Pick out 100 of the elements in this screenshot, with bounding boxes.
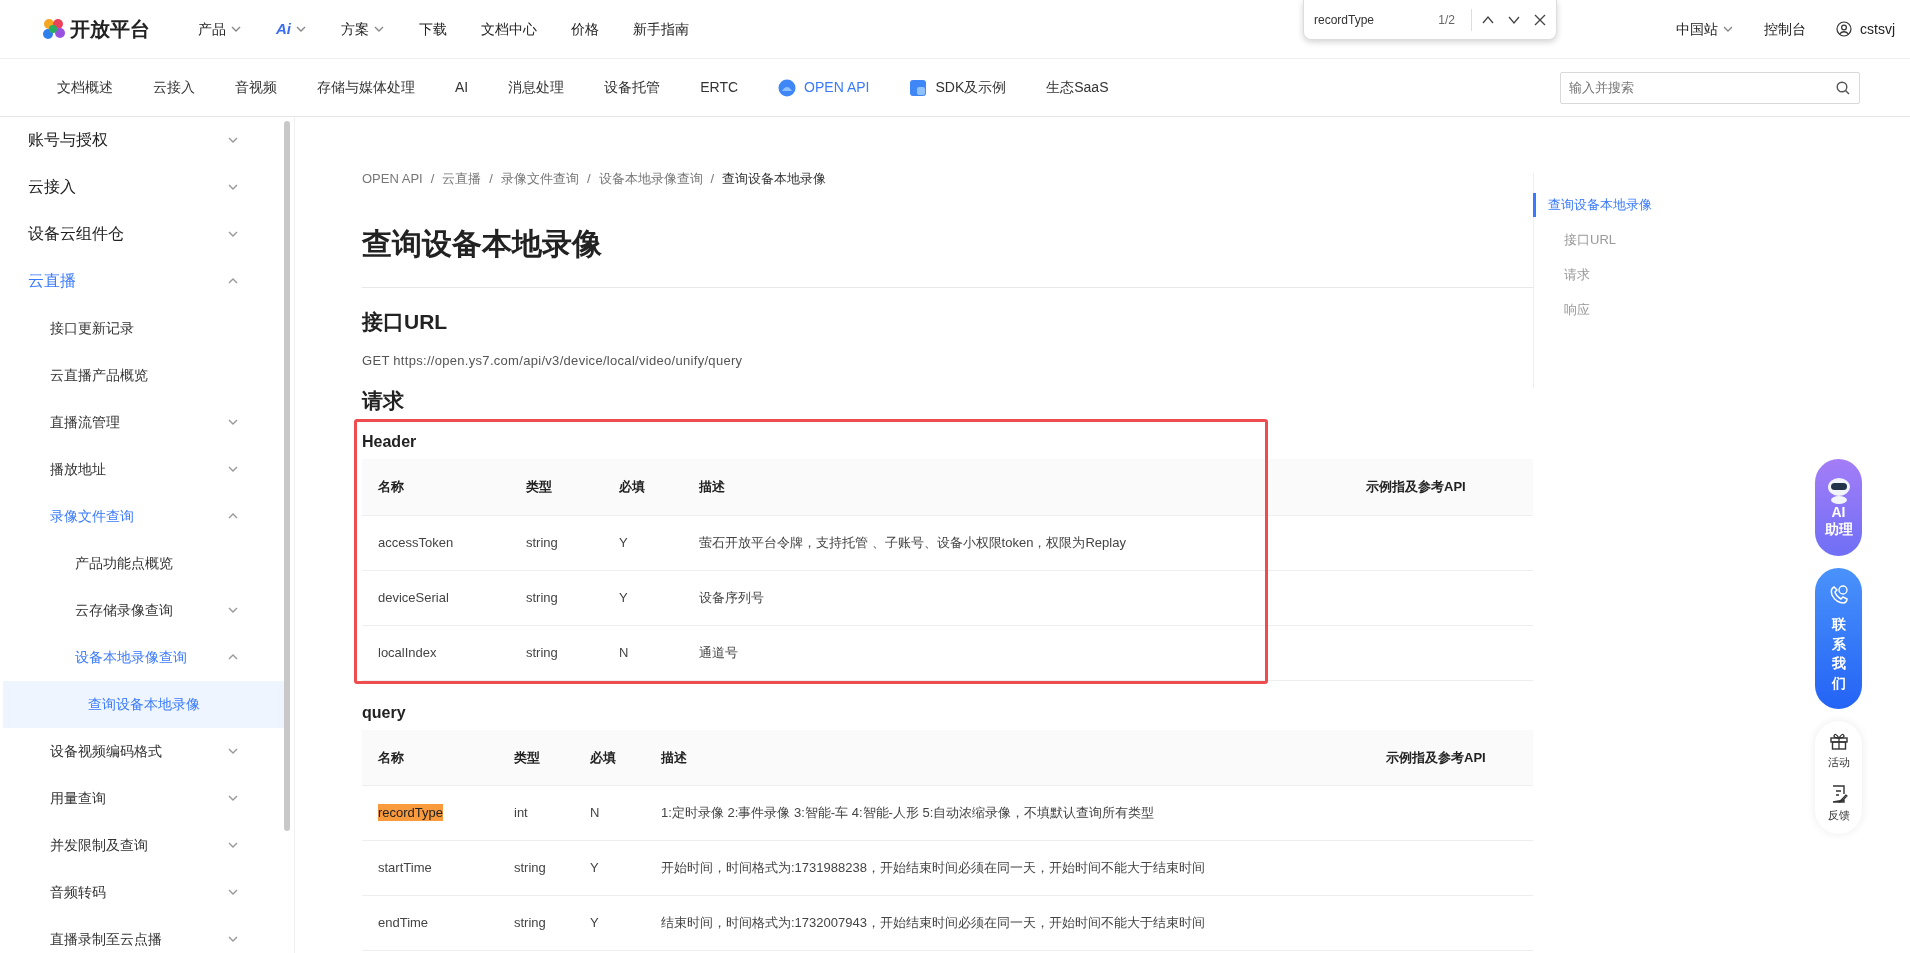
section-heading: 接口URL (362, 308, 449, 335)
sidebar-item[interactable]: 云接入 (0, 163, 294, 211)
nav-menu-item[interactable]: 新手指南 (633, 18, 689, 40)
table-cell: string (510, 625, 603, 681)
table-cell: 1:定时录像 2:事件录像 3:智能-车 4:智能-人形 5:自动浓缩录像，不填默认查询所有类型 (645, 785, 1370, 841)
breadcrumb-item[interactable]: 设备本地录像查询 (598, 168, 703, 189)
table-cell: string (498, 895, 574, 951)
sidebar-item[interactable]: 播放地址 (0, 445, 294, 493)
console-link[interactable]: 控制台 (1764, 18, 1806, 40)
column-header: 必填 (574, 729, 645, 786)
doc-category-tab[interactable]: 生态SaaS (1036, 73, 1119, 102)
nav-menu-item[interactable]: 下载 (419, 18, 447, 40)
sidebar-item[interactable]: 产品功能点概览 (0, 539, 294, 587)
previous-match-icon[interactable] (1482, 14, 1494, 25)
table-cell: N (574, 785, 645, 841)
doc-category-tab[interactable]: 设备托管 (594, 73, 671, 102)
column-header: 名称 (362, 729, 498, 786)
doc-category-tab[interactable]: 存储与媒体处理 (307, 73, 425, 102)
breadcrumb-separator: / (586, 169, 591, 188)
doc-category-tab[interactable]: 云接入 (143, 73, 205, 102)
find-query-field[interactable]: recordType (1314, 10, 1439, 29)
username[interactable]: cstsvj (1860, 18, 1895, 40)
breadcrumb-item[interactable]: 录像文件查询 (500, 168, 579, 189)
doc-category-tab[interactable]: 音视频 (225, 73, 287, 102)
toc-link[interactable]: 查询设备本地录像 (1533, 192, 1763, 217)
nav-menu-item[interactable]: 价格 (571, 18, 599, 40)
sidebar-item[interactable]: 设备云组件仓 (0, 210, 294, 258)
sidebar-item[interactable]: 设备本地录像查询 (0, 633, 294, 681)
doc-category-tab[interactable]: 文档概述 (47, 73, 123, 102)
close-icon[interactable] (1534, 13, 1546, 26)
sidebar-item[interactable]: 接口更新记录 (0, 304, 294, 352)
sidebar-item[interactable]: 云直播 (0, 257, 294, 305)
search-field[interactable]: 输入并搜索 (1560, 71, 1860, 104)
doc-category-tab[interactable]: 消息处理 (498, 73, 575, 102)
sdk-icon (909, 78, 928, 97)
table-cell: Y (574, 895, 645, 951)
logo-text[interactable]: 开放平台 (70, 14, 150, 45)
sidebar-item[interactable]: 直播流管理 (0, 398, 294, 446)
breadcrumb-separator: / (710, 169, 715, 188)
table-cell: int (498, 785, 574, 841)
sidebar-item[interactable]: 账号与授权 (0, 116, 294, 164)
nav-menu-item[interactable]: Ai (276, 17, 291, 41)
table-cell: Y (603, 570, 683, 626)
breadcrumb-separator: / (489, 169, 493, 188)
sidebar-item[interactable]: 云存储录像查询 (0, 586, 294, 634)
column-header: 示例指及参考API (1350, 459, 1533, 516)
table-cell: endTime (362, 895, 498, 951)
events-button[interactable]: 活动 (1827, 730, 1850, 771)
breadcrumb-item[interactable]: OPEN API (362, 168, 423, 189)
table-cell: 设备序列号 (683, 570, 1350, 626)
sidebar-item[interactable]: 直播录制至云点播 (0, 915, 294, 953)
robot-icon (1825, 475, 1852, 504)
table-cell: deviceSerial (362, 570, 510, 626)
table-cell: 开始时间，时间格式为:1731988238，开始结束时间必须在同一天，开始时间不能大于结束时间 (645, 840, 1370, 896)
table-cell: 通道号 (683, 625, 1350, 681)
table-cell: string (498, 840, 574, 896)
scrollbar[interactable] (284, 120, 290, 831)
table-cell: 萤石开放平台令牌，支持托管 、子账号、设备小权限token，权限为Replay (683, 515, 1350, 571)
breadcrumb-item: 查询设备本地录像 (722, 169, 827, 188)
table-cell: Y (574, 840, 645, 896)
column-header: 名称 (362, 459, 510, 516)
table-cell: localIndex (362, 625, 510, 681)
nav-menu-item[interactable]: 产品 (198, 18, 226, 40)
ai-assistant-button[interactable]: AI 助理 (1815, 458, 1862, 556)
table-title: Header (362, 432, 418, 453)
doc-category-tab[interactable]: SDK及示例 (899, 73, 1017, 102)
endpoint-url: GET https://open.ys7.com/api/v3/device/local/video/unify/query (362, 352, 744, 371)
doc-category-tab[interactable]: OPEN API (768, 73, 880, 102)
contact-us-button[interactable]: 联系我们 (1815, 567, 1862, 709)
sidebar-item[interactable]: 设备视频编码格式 (0, 727, 294, 775)
column-header: 示例指及参考API (1370, 729, 1533, 786)
table-title: query (362, 702, 407, 723)
region-selector[interactable]: 中国站 (1676, 18, 1718, 40)
sidebar-item[interactable]: 录像文件查询 (0, 492, 294, 540)
table-cell: accessToken (362, 515, 510, 571)
match-count: 1/2 (1438, 11, 1455, 29)
feedback-button[interactable]: 反馈 (1827, 784, 1850, 824)
breadcrumb-item[interactable]: 云直播 (442, 168, 482, 189)
page-title: 查询设备本地录像 (362, 225, 1533, 288)
nav-menu-item[interactable]: 文档中心 (481, 18, 537, 40)
next-match-icon[interactable] (1508, 14, 1520, 25)
sidebar-item[interactable]: 音频转码 (0, 868, 294, 916)
sidebar-item[interactable]: 查询设备本地录像 (3, 680, 284, 728)
table-cell: string (510, 570, 603, 626)
table-cell: startTime (362, 840, 498, 896)
search-icon[interactable] (1836, 80, 1850, 95)
nav-menu-item[interactable]: 方案 (341, 18, 369, 40)
sidebar-item[interactable]: 用量查询 (0, 774, 294, 822)
table-cell: 结束时间，时间格式为:1732007943，开始结束时间必须在同一天，开始时间不能大于结束时间 (645, 895, 1370, 951)
doc-category-tab[interactable]: AI (445, 73, 479, 102)
api-icon (778, 78, 797, 97)
column-header: 描述 (645, 729, 1370, 786)
column-header: 类型 (510, 459, 603, 516)
section-heading: 请求 (362, 387, 405, 414)
search-match: recordType (378, 804, 444, 822)
sidebar-item[interactable]: 云直播产品概览 (0, 351, 294, 399)
user-icon[interactable] (1836, 21, 1852, 38)
column-header: 描述 (683, 459, 1350, 516)
sidebar-item[interactable]: 并发限制及查询 (0, 821, 294, 869)
doc-category-tab[interactable]: ERTC (690, 73, 749, 102)
